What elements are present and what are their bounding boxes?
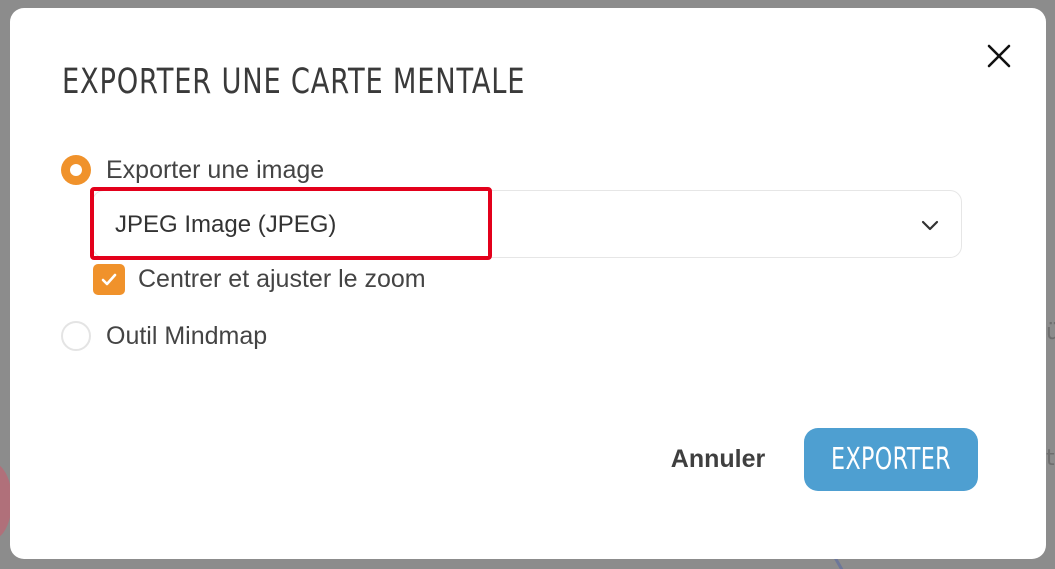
center-zoom-checkbox[interactable] — [93, 264, 125, 295]
export-dialog: EXPORTER UNE CARTE MENTALE Exporter une … — [10, 8, 1046, 559]
export-button[interactable]: EXPORTER — [804, 428, 978, 491]
dialog-title: EXPORTER UNE CARTE MENTALE — [62, 62, 526, 102]
close-icon[interactable] — [984, 41, 1014, 71]
export-button-label: EXPORTER — [831, 442, 951, 477]
radio-export-image-label[interactable]: Exporter une image — [106, 156, 324, 185]
radio-mindmap-tool[interactable] — [61, 321, 91, 351]
chevron-down-icon — [919, 215, 941, 235]
center-zoom-label[interactable]: Centrer et ajuster le zoom — [138, 265, 426, 294]
image-format-select[interactable]: JPEG Image (JPEG) — [92, 190, 962, 258]
background-text-fragment: ti — [1046, 446, 1055, 471]
cancel-button[interactable]: Annuler — [658, 441, 778, 477]
background-text-fragment: ü — [1046, 320, 1055, 345]
checkmark-icon — [101, 273, 117, 286]
radio-mindmap-tool-label[interactable]: Outil Mindmap — [106, 322, 267, 351]
radio-export-image[interactable] — [61, 155, 91, 185]
image-format-value: JPEG Image (JPEG) — [115, 211, 337, 238]
